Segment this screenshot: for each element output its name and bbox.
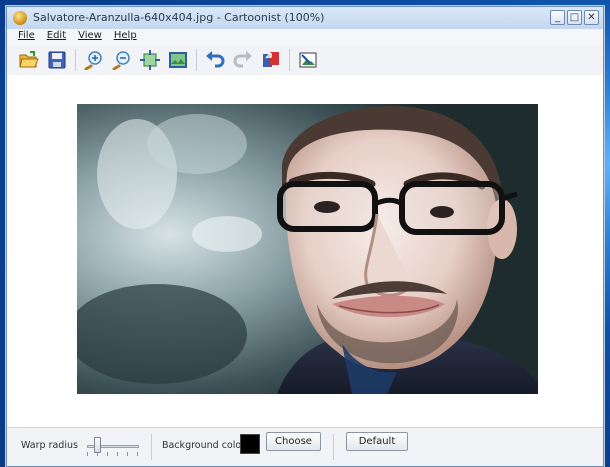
- open-folder-icon: [19, 51, 39, 68]
- zoom-out-icon: [112, 51, 130, 70]
- export-icon: [299, 52, 317, 68]
- menu-edit[interactable]: Edit: [42, 29, 73, 45]
- app-icon: [13, 11, 27, 25]
- window-title: Salvatore-Aranzulla-640x404.jpg - Cartoo…: [33, 11, 325, 24]
- default-button[interactable]: Default: [346, 432, 408, 451]
- menu-view[interactable]: View: [73, 29, 109, 45]
- fit-to-window-button[interactable]: [138, 48, 162, 72]
- bottom-separator: [151, 434, 152, 460]
- warp-radius-slider-thumb[interactable]: [93, 437, 101, 453]
- maximize-button[interactable]: □: [567, 10, 582, 25]
- edited-photo[interactable]: [77, 104, 538, 394]
- window-controls: _ □ ✕: [550, 10, 599, 25]
- menu-help[interactable]: Help: [109, 29, 144, 45]
- options-bar: Warp radius Background color Choose Defa…: [7, 427, 603, 466]
- background-color-swatch: [240, 434, 260, 454]
- app-window: Salvatore-Aranzulla-640x404.jpg - Cartoo…: [6, 6, 604, 467]
- title-bar[interactable]: Salvatore-Aranzulla-640x404.jpg - Cartoo…: [7, 7, 603, 30]
- reset-button[interactable]: [259, 48, 283, 72]
- image-canvas[interactable]: [7, 75, 603, 430]
- toolbar-separator: [75, 49, 76, 71]
- close-button[interactable]: ✕: [584, 10, 599, 25]
- zoom-in-button[interactable]: [82, 48, 106, 72]
- export-button[interactable]: [296, 48, 320, 72]
- redo-icon: [233, 51, 252, 68]
- actual-size-icon: [169, 52, 187, 68]
- zoom-out-button[interactable]: [110, 48, 134, 72]
- save-icon: [48, 51, 66, 69]
- undo-icon: [206, 51, 225, 68]
- reset-icon: [263, 52, 279, 67]
- open-button[interactable]: [17, 48, 41, 72]
- menu-file[interactable]: File: [13, 29, 42, 45]
- redo-button[interactable]: [231, 48, 255, 72]
- undo-button[interactable]: [203, 48, 227, 72]
- menu-bar: File Edit View Help: [7, 29, 603, 45]
- background-color-label: Background color: [162, 440, 246, 451]
- zoom-in-icon: [84, 51, 102, 70]
- choose-button[interactable]: Choose: [266, 432, 321, 451]
- toolbar-separator: [289, 49, 290, 71]
- toolbar-separator: [196, 49, 197, 71]
- save-button[interactable]: [45, 48, 69, 72]
- toolbar: [7, 45, 603, 76]
- fit-to-window-icon: [140, 50, 160, 70]
- portrait-photo: [77, 104, 538, 394]
- bottom-separator: [333, 434, 334, 460]
- minimize-button[interactable]: _: [550, 10, 565, 25]
- actual-size-button[interactable]: [166, 48, 190, 72]
- warp-radius-label: Warp radius: [21, 440, 78, 451]
